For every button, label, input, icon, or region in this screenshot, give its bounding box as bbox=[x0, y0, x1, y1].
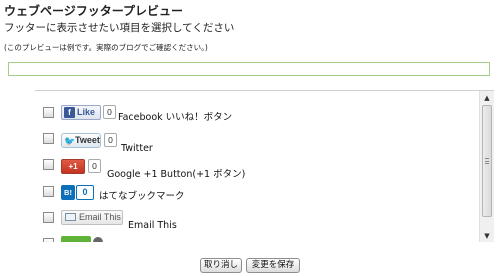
google-plus-one-button-preview: +1 bbox=[61, 159, 85, 174]
evernote-elephant-icon bbox=[93, 237, 103, 242]
hatena-count: 0 bbox=[76, 185, 94, 200]
list-item-facebook: f Like 0 Facebook いいね！ボタン bbox=[35, 105, 475, 125]
list-item-evernote bbox=[35, 236, 475, 242]
envelope-icon bbox=[65, 213, 76, 221]
hatena-bookmark-button-preview: B! bbox=[61, 185, 75, 200]
list-item-email: Email This Email This bbox=[35, 210, 475, 231]
preview-note: (このプレビューは例です。実際のブログでご確認ください。) bbox=[4, 43, 208, 52]
list-item-twitter: 🐦 Tweet 0 Twitter bbox=[35, 131, 475, 154]
google-plus-label: Google +1 Button(+1 ボタン) bbox=[107, 169, 246, 180]
list-scrollbar[interactable]: ▲ ▼ bbox=[479, 91, 494, 242]
facebook-icon: f bbox=[64, 107, 75, 118]
twitter-count: 0 bbox=[104, 133, 117, 147]
google-plus-checkbox[interactable] bbox=[43, 159, 54, 170]
facebook-label: Facebook いいね！ボタン bbox=[118, 112, 233, 123]
evernote-checkbox[interactable] bbox=[43, 238, 54, 242]
twitter-checkbox[interactable] bbox=[43, 133, 54, 144]
page-title: ウェブページフッタープレビュー bbox=[4, 4, 184, 18]
scroll-up-arrow-icon[interactable]: ▲ bbox=[480, 91, 494, 105]
email-checkbox[interactable] bbox=[43, 212, 54, 223]
instruction-text: フッターに表示させたい項目を選択してください bbox=[4, 22, 235, 34]
evernote-button-preview bbox=[61, 236, 91, 242]
hatena-checkbox[interactable] bbox=[43, 186, 54, 197]
tweet-text: Tweet bbox=[75, 135, 100, 145]
twitter-bird-icon: 🐦 bbox=[64, 136, 76, 146]
hatena-label: はてなブックマーク bbox=[99, 191, 185, 202]
scrollbar-thumb[interactable] bbox=[482, 105, 492, 217]
email-label: Email This bbox=[128, 220, 177, 231]
cancel-button[interactable]: 取り消し bbox=[200, 258, 242, 273]
twitter-label: Twitter bbox=[121, 143, 153, 154]
list-item-google-plus: +1 0 Google +1 Button(+1 ボタン) bbox=[35, 157, 475, 180]
facebook-checkbox[interactable] bbox=[43, 107, 54, 118]
share-button-list[interactable]: f Like 0 Facebook いいね！ボタン 🐦 Tweet 0 Twit… bbox=[35, 90, 494, 242]
email-this-text: Email This bbox=[79, 212, 121, 222]
google-plus-count: 0 bbox=[88, 159, 101, 173]
scrollbar-grip-icon bbox=[485, 158, 489, 164]
facebook-like-text: Like bbox=[77, 107, 96, 117]
email-this-button-preview: Email This bbox=[61, 210, 123, 225]
facebook-count: 0 bbox=[103, 105, 116, 119]
facebook-like-button-preview: f Like bbox=[61, 105, 101, 120]
share-button-list-content: f Like 0 Facebook いいね！ボタン 🐦 Tweet 0 Twit… bbox=[35, 91, 479, 242]
save-button[interactable]: 変更を保存 bbox=[246, 258, 300, 273]
tweet-button-preview: 🐦 Tweet bbox=[61, 133, 101, 148]
footer-preview-box bbox=[8, 62, 490, 76]
list-item-hatena: B! 0 はてなブックマーク bbox=[35, 184, 475, 204]
scroll-down-arrow-icon[interactable]: ▼ bbox=[480, 229, 494, 242]
